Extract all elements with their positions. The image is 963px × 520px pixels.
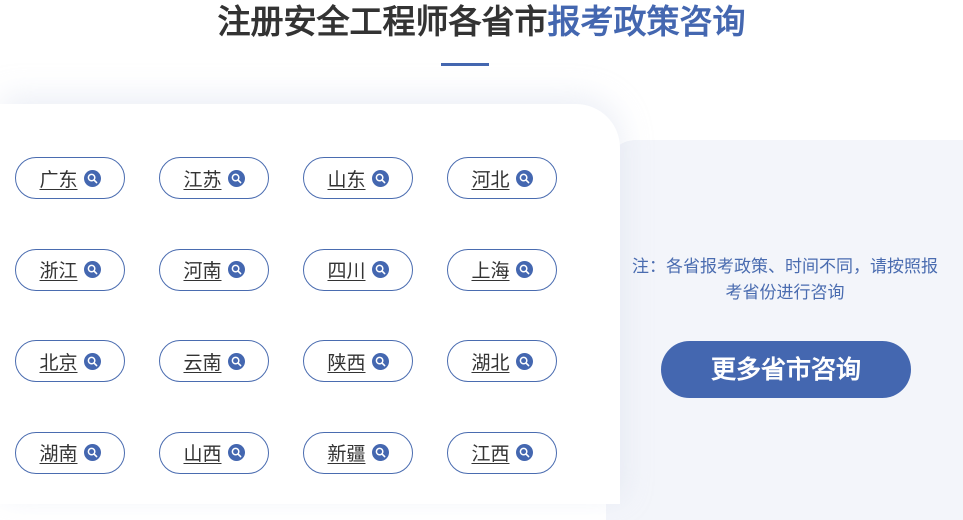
search-icon bbox=[83, 352, 101, 370]
consult-panel bbox=[606, 140, 963, 520]
province-link-hubei[interactable]: 湖北 bbox=[447, 340, 557, 382]
search-icon bbox=[83, 444, 101, 461]
search-icon bbox=[371, 169, 389, 187]
province-link-yunnan[interactable]: 云南 bbox=[159, 340, 269, 382]
province-label: 四川 bbox=[327, 260, 366, 282]
province-label: 湖南 bbox=[39, 443, 78, 465]
province-link-shandong[interactable]: 山东 bbox=[303, 157, 413, 199]
search-icon bbox=[515, 261, 533, 278]
province-label: 江苏 bbox=[183, 168, 222, 191]
province-grid: 广东 江苏 山东 河北 浙江 河南 四川 上海 北京 云南 陕西 湖北 湖南 山… bbox=[15, 157, 557, 474]
province-label: 山西 bbox=[183, 443, 222, 465]
title-main: 注册安全工程师各省市 bbox=[217, 2, 548, 41]
province-panel: 广东 江苏 山东 河北 浙江 河南 四川 上海 北京 云南 陕西 湖北 湖南 山… bbox=[0, 104, 620, 504]
province-label: 广东 bbox=[39, 168, 78, 191]
search-icon bbox=[371, 261, 389, 278]
province-link-zhejiang[interactable]: 浙江 bbox=[15, 248, 125, 291]
search-icon bbox=[227, 352, 245, 370]
province-link-hebei[interactable]: 河北 bbox=[447, 157, 557, 199]
province-link-beijing[interactable]: 北京 bbox=[15, 340, 125, 382]
province-link-jiangsu[interactable]: 江苏 bbox=[159, 157, 269, 199]
search-icon bbox=[83, 169, 101, 187]
province-label: 新疆 bbox=[327, 443, 366, 465]
province-label: 河南 bbox=[183, 260, 222, 282]
more-provinces-button[interactable]: 更多省市咨询 bbox=[661, 341, 911, 398]
province-link-hunan[interactable]: 湖南 bbox=[15, 431, 125, 474]
search-icon bbox=[227, 169, 245, 187]
province-link-jiangxi[interactable]: 江西 bbox=[447, 431, 557, 474]
province-label: 湖北 bbox=[471, 351, 510, 374]
province-label: 上海 bbox=[471, 260, 510, 282]
province-link-sichuan[interactable]: 四川 bbox=[303, 248, 413, 291]
search-icon bbox=[515, 444, 533, 461]
search-icon bbox=[515, 169, 533, 187]
province-link-shanghai[interactable]: 上海 bbox=[447, 248, 557, 291]
search-icon bbox=[515, 352, 533, 370]
search-icon bbox=[371, 444, 389, 461]
policy-note: 注：各省报考政策、时间不同，请按照报考省份进行咨询 bbox=[632, 257, 938, 303]
province-link-xinjiang[interactable]: 新疆 bbox=[303, 431, 413, 474]
province-link-shanxi[interactable]: 山西 bbox=[159, 431, 269, 474]
province-label: 陕西 bbox=[327, 351, 366, 374]
province-label: 北京 bbox=[39, 351, 78, 374]
page-title: 注册安全工程师各省市报考政策咨询 bbox=[0, 0, 963, 44]
title-underline bbox=[441, 63, 489, 66]
province-label: 江西 bbox=[471, 443, 510, 465]
search-icon bbox=[227, 261, 245, 278]
province-label: 山东 bbox=[327, 168, 366, 191]
province-label: 云南 bbox=[183, 351, 222, 374]
title-accent: 报考政策咨询 bbox=[547, 2, 746, 41]
province-label: 河北 bbox=[471, 168, 510, 191]
search-icon bbox=[227, 444, 245, 461]
province-link-shaanxi[interactable]: 陕西 bbox=[303, 340, 413, 382]
province-link-guangdong[interactable]: 广东 bbox=[15, 157, 125, 199]
province-link-henan[interactable]: 河南 bbox=[159, 248, 269, 291]
search-icon bbox=[371, 352, 389, 370]
search-icon bbox=[83, 261, 101, 278]
province-label: 浙江 bbox=[39, 260, 78, 282]
